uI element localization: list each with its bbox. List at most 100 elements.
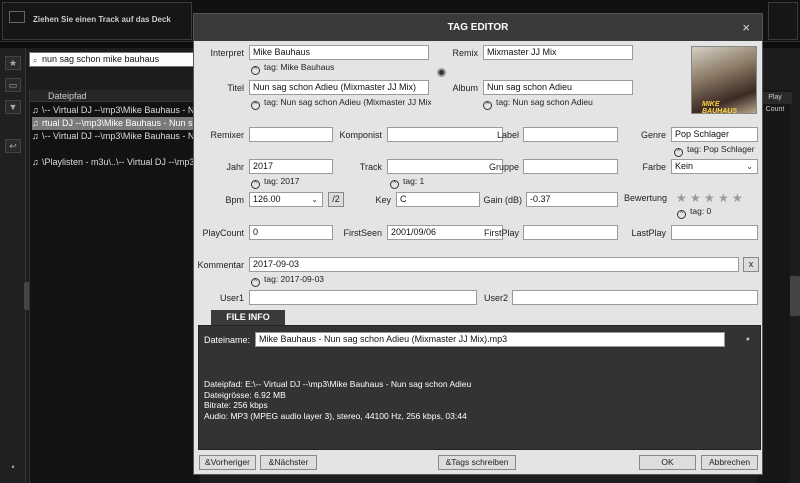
label-label: Label: [496, 130, 519, 140]
label-field[interactable]: [523, 127, 618, 142]
dateigroesse-text: Dateigrösse: 6.92 MB: [204, 389, 286, 400]
monitor-icon[interactable]: ▭: [5, 78, 21, 92]
restore-tag-icon[interactable]: ^: [251, 180, 260, 189]
firstplay-label: FirstPlay: [483, 228, 519, 238]
rating-star-icon[interactable]: ★: [732, 192, 743, 204]
restore-tag-icon[interactable]: ^: [251, 66, 260, 75]
titel-label: Titel: [227, 83, 244, 93]
album-cover-image[interactable]: MIKE BAUHAUS: [691, 46, 757, 115]
music-note-icon: ♫: [32, 105, 39, 115]
dialog-title: TAG EDITOR: [447, 22, 509, 33]
track-label: Track: [359, 162, 382, 172]
komponist-label: Komponist: [339, 130, 382, 140]
bpm-select[interactable]: 126.00 ⌄: [249, 192, 323, 207]
dateipfad-text: Dateipfad: E:\-- Virtual DJ --\mp3\Mike …: [204, 379, 472, 389]
kommentar-tag: ^ tag: 2017-09-03: [251, 274, 324, 287]
rating-star-icon[interactable]: ★: [676, 192, 687, 204]
write-tags-button[interactable]: &Tags schreiben: [438, 455, 516, 470]
star-icon[interactable]: ★: [5, 56, 21, 70]
list-item[interactable]: ♫\-- Virtual DJ --\mp3\Mike Bauhaus - Nu…: [32, 104, 198, 117]
search-input[interactable]: ⌕ nun sag schon mike bauhaus: [29, 52, 199, 67]
rating-star-icon[interactable]: ★: [718, 192, 729, 204]
gain-field[interactable]: -0.37: [526, 192, 618, 207]
jahr-field[interactable]: 2017: [249, 159, 333, 174]
user1-label: User1: [219, 293, 244, 303]
bpm-half-button[interactable]: /2: [328, 192, 344, 207]
chevron-down-icon: ⌄: [311, 195, 318, 204]
lastplay-label: LastPlay: [631, 228, 666, 238]
restore-tag-icon[interactable]: ^: [483, 101, 492, 110]
remix-field[interactable]: Mixmaster JJ Mix: [483, 45, 633, 60]
right-panel-toggle-handle[interactable]: [790, 276, 800, 316]
restore-tag-icon[interactable]: ^: [251, 101, 260, 110]
bewertung-tag: ^ tag: 0: [677, 206, 711, 219]
chevron-down-icon: ⌄: [746, 162, 753, 171]
column-header-dateipfad[interactable]: Dateipfad: [30, 90, 200, 102]
cancel-button[interactable]: Abbrechen: [701, 455, 758, 470]
track-tag: ^ tag: 1: [390, 176, 424, 189]
left-toolbar: ★ ▭ ▼ ↩ •: [0, 48, 26, 483]
firstseen-label: FirstSeen: [343, 228, 382, 238]
interpret-tag: ^ tag: Mike Bauhaus: [251, 62, 334, 75]
jahr-label: Jahr: [226, 162, 244, 172]
firstplay-field[interactable]: [523, 225, 618, 240]
dot-icon: ●: [745, 336, 750, 343]
cover-text: MIKE BAUHAUS: [702, 101, 737, 115]
file-info-panel: Dateiname: Mike Bauhaus - Nun sag schon …: [198, 325, 761, 450]
genre-field[interactable]: Pop Schlager: [671, 127, 758, 142]
key-field[interactable]: C: [396, 192, 480, 207]
album-field[interactable]: Nun sag schon Adieu: [483, 80, 633, 95]
gruppe-field[interactable]: [523, 159, 618, 174]
music-note-icon: ♫: [32, 118, 39, 128]
farbe-label: Farbe: [642, 162, 666, 172]
remixer-field[interactable]: [249, 127, 333, 142]
kommentar-field[interactable]: 2017-09-03: [249, 257, 739, 272]
deck-left[interactable]: Ziehen Sie einen Track auf das Deck: [2, 2, 192, 40]
file-browser: Dateipfad ♫ \-- Virtual DJ --\mp3\Mike Ba…: [29, 90, 200, 483]
ok-button[interactable]: OK: [639, 455, 696, 470]
list-item-selected[interactable]: ♫rtual DJ --\mp3\Mike Bauhaus - Nun sag …: [32, 117, 198, 130]
link-dot-icon[interactable]: [437, 68, 446, 77]
titel-field[interactable]: Nun sag schon Adieu (Mixmaster JJ Mix): [249, 80, 429, 95]
farbe-select[interactable]: Kein ⌄: [671, 159, 758, 174]
playcount-field[interactable]: 0: [249, 225, 333, 240]
user1-field[interactable]: [249, 290, 477, 305]
deck-hint: Ziehen Sie einen Track auf das Deck: [33, 15, 171, 24]
music-note-icon: ♫: [32, 157, 39, 167]
rating-star-icon[interactable]: ★: [704, 192, 715, 204]
deck-right[interactable]: [768, 2, 798, 40]
album-label: Album: [452, 83, 478, 93]
gruppe-label: Gruppe: [488, 162, 519, 172]
restore-tag-icon[interactable]: ^: [677, 210, 686, 219]
file-details: Dateipfad: E:\-- Virtual DJ --\mp3\Mike …: [204, 379, 471, 421]
restore-tag-icon[interactable]: ^: [251, 278, 260, 287]
dot-icon: •: [11, 462, 15, 472]
dialog-title-bar: TAG EDITOR ×: [194, 14, 762, 41]
search-value: nun sag schon mike bauhaus: [42, 54, 160, 64]
lastplay-field[interactable]: [671, 225, 758, 240]
list-item[interactable]: ♫\-- Virtual DJ --\mp3\Mike Bauhaus - Nu…: [32, 130, 198, 143]
list-item[interactable]: ♫ \Playlisten - m3u\..\-- Virtual DJ --\m…: [32, 156, 198, 169]
interpret-field[interactable]: Mike Bauhaus: [249, 45, 429, 60]
clear-comment-button[interactable]: x: [743, 257, 759, 272]
restore-tag-icon[interactable]: ^: [674, 148, 683, 157]
previous-button[interactable]: &Vorheriger: [199, 455, 256, 470]
gain-label: Gain (dB): [483, 195, 522, 205]
key-label: Key: [375, 195, 391, 205]
filter-icon[interactable]: ▼: [5, 100, 21, 114]
dateiname-field[interactable]: Mike Bauhaus - Nun sag schon Adieu (Mixm…: [255, 332, 725, 347]
tab-file-info[interactable]: FILE INFO: [211, 310, 285, 325]
interpret-label: Interpret: [210, 48, 244, 58]
column-header-play-count[interactable]: Play Count: [758, 92, 792, 113]
back-icon[interactable]: ↩: [5, 139, 21, 153]
close-icon[interactable]: ×: [742, 14, 750, 41]
next-button[interactable]: &Nächster: [260, 455, 317, 470]
rating-star-icon[interactable]: ★: [690, 192, 701, 204]
dateiname-label: Dateiname:: [204, 335, 251, 345]
deck-icon: [9, 11, 25, 23]
restore-tag-icon[interactable]: ^: [390, 180, 399, 189]
user2-field[interactable]: [512, 290, 758, 305]
remix-label: Remix: [452, 48, 478, 58]
remixer-label: Remixer: [210, 130, 244, 140]
titel-tag: ^ tag: Nun sag schon Adieu (Mixmaster JJ …: [251, 97, 431, 110]
